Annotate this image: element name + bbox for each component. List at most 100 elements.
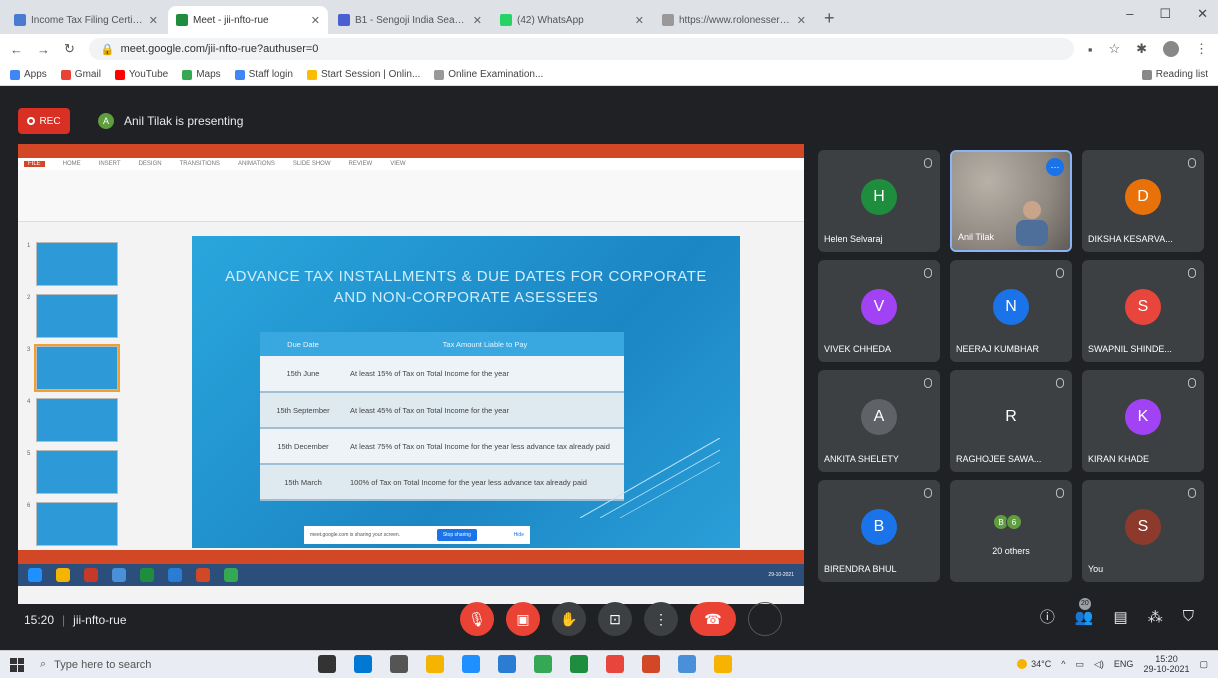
network-icon[interactable]: ▭	[1075, 659, 1084, 670]
bookmark-item[interactable]: Staff login	[234, 69, 293, 80]
participant-tile[interactable]: N NEERAJ KUMBHAR	[950, 260, 1072, 362]
browser-tab[interactable]: Meet - jii-nfto-rue ✕	[168, 6, 328, 34]
participant-tile[interactable]: A ANKITA SHELETY	[818, 370, 940, 472]
more-options-button[interactable]: ⋮	[644, 602, 678, 636]
window-controls: – ☐ ✕	[1126, 6, 1208, 22]
ribbon-tabs: FILE HOME INSERT DESIGN TRANSITIONS ANIMATION…	[18, 158, 804, 170]
bookmark-item[interactable]: Online Examination...	[434, 69, 543, 80]
stop-sharing-button[interactable]: Stop sharing	[436, 529, 477, 541]
bookmark-item[interactable]: Maps	[182, 69, 221, 80]
bookmark-label: Apps	[24, 69, 47, 80]
people-button[interactable]: 20 👥	[1075, 597, 1094, 626]
shield-icon[interactable]: ⛉	[1183, 608, 1194, 625]
sharing-text: meet.google.com is sharing your screen.	[310, 532, 401, 538]
chrome-icon[interactable]	[534, 655, 552, 673]
more-icon[interactable]: ⋯	[1046, 158, 1064, 176]
participant-tile[interactable]: V VIVEK CHHEDA	[818, 260, 940, 362]
tab-close-icon[interactable]: ✕	[635, 14, 644, 27]
participant-name: RAGHOJEE SAWA...	[956, 454, 1042, 464]
current-slide: ADVANCE TAX INSTALLMENTS & DUE DATES FOR…	[192, 236, 740, 548]
participant-tile[interactable]: K KIRAN KHADE	[1082, 370, 1204, 472]
leave-call-button[interactable]: ☎	[690, 602, 736, 636]
camera-icon[interactable]: ▪	[1088, 42, 1093, 57]
weather-widget[interactable]: 34°C	[1017, 659, 1051, 669]
mail-icon[interactable]	[462, 655, 480, 673]
powerpoint-icon[interactable]	[642, 655, 660, 673]
profile-avatar[interactable]	[1163, 41, 1179, 57]
task-view-icon[interactable]	[318, 655, 336, 673]
extra-button[interactable]	[748, 602, 782, 636]
taskbar-search[interactable]: ⌕ Type here to search	[40, 658, 250, 671]
mic-off-button[interactable]: 🎙	[460, 602, 494, 636]
participant-tile[interactable]: S You	[1082, 480, 1204, 582]
address-bar: ← → ↻ 🔒 meet.google.com/jii-nfto-rue?aut…	[0, 34, 1218, 64]
table-row: 15th June At least 15% of Tax on Total I…	[260, 356, 624, 393]
shared-screen[interactable]: FILE HOME INSERT DESIGN TRANSITIONS ANIMATION…	[18, 144, 804, 604]
participant-tile[interactable]: ⋯ Anil Tilak	[950, 150, 1072, 252]
tab-close-icon[interactable]: ✕	[797, 14, 806, 27]
raise-hand-button[interactable]: ✋	[552, 602, 586, 636]
notifications-icon[interactable]: ▢	[1199, 659, 1208, 670]
participant-name: SWAPNIL SHINDE...	[1088, 344, 1172, 354]
hide-button[interactable]: Hide	[514, 532, 524, 538]
tab-title: B1 - Sengoji India Search Results	[355, 14, 468, 26]
close-icon[interactable]: ✕	[1197, 6, 1208, 22]
bookmark-icon	[182, 69, 193, 80]
bookmark-item[interactable]: YouTube	[114, 69, 168, 80]
menu-icon[interactable]: ⋮	[1195, 41, 1208, 57]
forward-icon[interactable]: →	[37, 42, 50, 57]
app-icon[interactable]	[678, 655, 696, 673]
url-field[interactable]: 🔒 meet.google.com/jii-nfto-rue?authuser=…	[88, 38, 1074, 60]
participant-tile[interactable]: H Helen Selvaraj	[818, 150, 940, 252]
maximize-icon[interactable]: ☐	[1159, 6, 1171, 22]
new-tab-button[interactable]: +	[824, 8, 835, 29]
browser-tab[interactable]: Income Tax Filing Certificate ✕	[6, 6, 166, 34]
bookmark-icon	[114, 69, 125, 80]
back-icon[interactable]: ←	[10, 42, 23, 57]
participant-tile[interactable]: B BIRENDRA BHUL	[818, 480, 940, 582]
tab-close-icon[interactable]: ✕	[473, 14, 482, 27]
participant-name: DIKSHA KESARVA...	[1088, 234, 1173, 244]
bookmark-item[interactable]: Apps	[10, 69, 47, 80]
bookmark-icon	[60, 69, 71, 80]
explorer-icon[interactable]	[426, 655, 444, 673]
bookmark-item[interactable]: Start Session | Onlin...	[306, 69, 420, 80]
tab-close-icon[interactable]: ✕	[149, 14, 158, 27]
language-indicator[interactable]: ENG	[1114, 659, 1134, 669]
app-icon[interactable]	[606, 655, 624, 673]
app-icon[interactable]	[714, 655, 732, 673]
avatar: N	[993, 288, 1029, 325]
chevron-up-icon[interactable]: ^	[1061, 659, 1065, 669]
app-icon[interactable]	[570, 655, 588, 673]
avatar: A	[861, 398, 897, 435]
extensions-icon[interactable]: ✱	[1136, 41, 1147, 57]
app-icon[interactable]	[498, 655, 516, 673]
bookmark-item[interactable]: Gmail	[60, 69, 101, 80]
participant-tile[interactable]: S SWAPNIL SHINDE...	[1082, 260, 1204, 362]
bookmark-label: Maps	[196, 69, 221, 80]
minimize-icon[interactable]: –	[1126, 6, 1133, 22]
edge-icon[interactable]	[354, 655, 372, 673]
browser-tab[interactable]: B1 - Sengoji India Search Results ✕	[330, 6, 490, 34]
participant-name: BIRENDRA BHUL	[824, 564, 897, 574]
store-icon[interactable]	[390, 655, 408, 673]
participant-tile[interactable]: R RAGHOJEE SAWA...	[950, 370, 1072, 472]
participant-tile[interactable]: B 6 20 others	[950, 480, 1072, 582]
camera-off-button[interactable]: ▣	[506, 602, 540, 636]
reload-icon[interactable]: ↻	[64, 41, 75, 57]
tab-close-icon[interactable]: ✕	[311, 14, 320, 27]
volume-icon[interactable]: ◁)	[1094, 659, 1104, 670]
slide-thumbnail: 4	[27, 398, 118, 442]
chat-icon[interactable]: ▤	[1114, 608, 1128, 626]
star-icon[interactable]: ☆	[1108, 41, 1120, 57]
present-button[interactable]: ⊡	[598, 602, 632, 636]
windows-start-icon[interactable]	[10, 657, 24, 672]
browser-tab[interactable]: (42) WhatsApp ✕	[492, 6, 652, 34]
activities-icon[interactable]: ⁂	[1148, 608, 1163, 626]
info-icon[interactable]: ⓘ	[1040, 606, 1055, 627]
reading-list[interactable]: Reading list	[1141, 69, 1208, 80]
taskbar-clock[interactable]: 15:20 29-10-2021	[1143, 654, 1189, 674]
participant-tile[interactable]: D DIKSHA KESARVA...	[1082, 150, 1204, 252]
side-controls: ⓘ 20 👥 ▤ ⁂ ⛉	[1040, 597, 1194, 627]
browser-tab[interactable]: https://www.rolonesservice.in ✕	[654, 6, 814, 34]
